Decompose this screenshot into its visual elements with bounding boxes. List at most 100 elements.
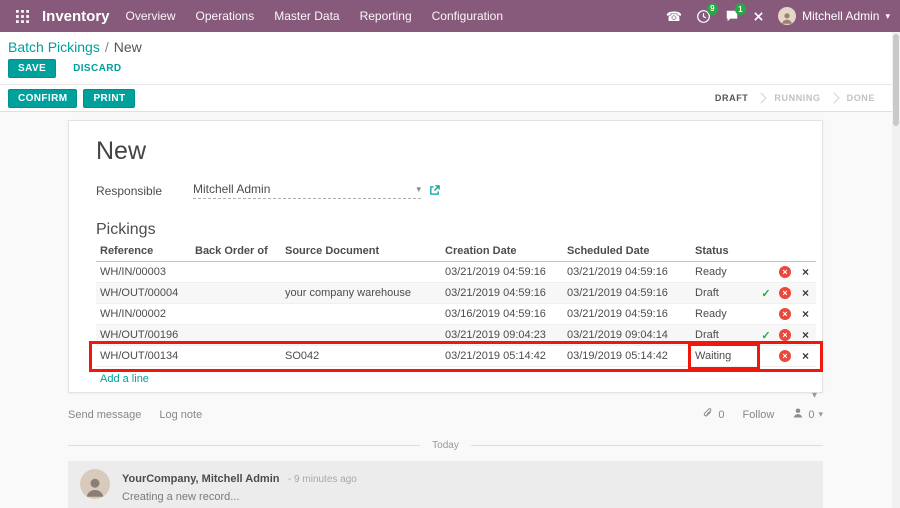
scrollbar-thumb[interactable]	[893, 34, 899, 126]
responsible-input[interactable]: Mitchell Admin ▾	[193, 182, 421, 199]
followers-counter[interactable]: 0 ▾	[792, 407, 823, 422]
main-menu: Overview Operations Master Data Reportin…	[126, 9, 504, 23]
cell-status: Draft	[691, 283, 757, 304]
menu-item-overview[interactable]: Overview	[126, 9, 176, 23]
cancel-icon[interactable]: ×	[779, 350, 791, 362]
user-menu[interactable]: Mitchell Admin ▾	[778, 7, 890, 25]
cell-scheduled-date: 03/21/2019 04:59:16	[563, 304, 691, 325]
caret-down-icon: ▾	[885, 11, 890, 22]
check-icon: ✓	[757, 325, 775, 346]
systray-cross-icon[interactable]	[753, 11, 764, 22]
apps-grid-icon[interactable]	[10, 10, 34, 23]
pickings-heading: Pickings	[96, 221, 814, 239]
cell-source-document	[281, 304, 441, 325]
cancel-icon[interactable]: ×	[779, 266, 791, 278]
cell-creation-date: 03/21/2019 09:04:23	[441, 325, 563, 346]
menu-item-operations[interactable]: Operations	[196, 9, 255, 23]
cell-status: Ready	[691, 304, 757, 325]
discard-button[interactable]: DISCARD	[72, 59, 122, 78]
delete-row-icon[interactable]: ×	[802, 265, 809, 279]
scrollbar-track	[892, 32, 900, 508]
confirm-button[interactable]: CONFIRM	[8, 89, 77, 108]
table-row[interactable]: WH/IN/00003 03/21/2019 04:59:16 03/21/20…	[96, 262, 816, 283]
responsible-label: Responsible	[96, 184, 193, 198]
column-header-scheduled-date[interactable]: Scheduled Date	[563, 243, 691, 262]
cancel-icon[interactable]: ×	[779, 287, 791, 299]
record-actions: SAVE DISCARD	[0, 56, 900, 85]
column-header-reference[interactable]: Reference	[96, 243, 191, 262]
column-header-creation-date[interactable]: Creation Date	[441, 243, 563, 262]
check-icon	[757, 346, 775, 367]
date-divider: Today	[68, 440, 823, 451]
message-avatar	[80, 469, 110, 499]
messages-icon[interactable]: 1	[725, 9, 739, 23]
cell-reference: WH/OUT/00134	[96, 346, 191, 367]
attachment-counter[interactable]: 0	[702, 407, 724, 422]
menu-item-reporting[interactable]: Reporting	[360, 9, 412, 23]
table-row[interactable]: WH/OUT/00004 your company warehouse 03/2…	[96, 283, 816, 304]
cell-scheduled-date: 03/21/2019 04:59:16	[563, 283, 691, 304]
form-toolbar: CONFIRM PRINT DRAFT RUNNING DONE	[0, 85, 900, 112]
attachment-count: 0	[718, 409, 724, 421]
delete-row-icon[interactable]: ×	[802, 307, 809, 321]
responsible-field-row: Responsible Mitchell Admin ▾	[96, 182, 814, 199]
follower-count: 0	[808, 409, 814, 421]
breadcrumb-parent[interactable]: Batch Pickings	[8, 39, 100, 55]
cell-source-document: SO042	[281, 346, 441, 367]
sheet-collapse-chevron-icon[interactable]: ▾	[812, 390, 817, 401]
chatter-message: YourCompany, Mitchell Admin - 9 minutes …	[68, 461, 823, 508]
app-title: Inventory	[42, 8, 110, 25]
cell-back-order	[191, 304, 281, 325]
cell-back-order	[191, 346, 281, 367]
cell-source-document	[281, 262, 441, 283]
app-window: Inventory Overview Operations Master Dat…	[0, 0, 900, 508]
column-header-status[interactable]: Status	[691, 243, 757, 262]
systray: ☎ 9 1 Mitchell Admin ▾	[666, 7, 890, 25]
log-note-button[interactable]: Log note	[159, 409, 202, 421]
chatter: Send message Log note 0 Follow	[68, 407, 823, 508]
table-header-row: Reference Back Order of Source Document …	[96, 243, 816, 262]
statusbar-step-done[interactable]: DONE	[838, 93, 884, 103]
phone-icon[interactable]: ☎	[666, 10, 682, 23]
cancel-icon[interactable]: ×	[779, 308, 791, 320]
menu-item-master-data[interactable]: Master Data	[274, 9, 339, 23]
field-caret-down-icon[interactable]: ▾	[416, 184, 421, 195]
external-link-icon[interactable]	[429, 185, 440, 196]
message-badge: 1	[735, 3, 746, 15]
menu-item-configuration[interactable]: Configuration	[432, 9, 503, 23]
cell-status-highlighted: Waiting	[691, 346, 757, 367]
save-button[interactable]: SAVE	[8, 59, 56, 78]
table-row[interactable]: WH/IN/00002 03/16/2019 04:59:16 03/21/20…	[96, 304, 816, 325]
delete-row-icon[interactable]: ×	[802, 328, 809, 342]
table-row[interactable]: WH/OUT/00196 03/21/2019 09:04:23 03/21/2…	[96, 325, 816, 346]
check-icon	[757, 262, 775, 283]
column-header-back-order[interactable]: Back Order of	[191, 243, 281, 262]
statusbar-step-draft[interactable]: DRAFT	[706, 93, 758, 103]
delete-row-icon[interactable]: ×	[802, 286, 809, 300]
table-row-highlighted[interactable]: WH/OUT/00134 SO042 03/21/2019 05:14:42 0…	[96, 346, 816, 367]
check-icon	[757, 304, 775, 325]
activity-badge: 9	[707, 3, 718, 15]
cell-reference: WH/OUT/00004	[96, 283, 191, 304]
cell-back-order	[191, 325, 281, 346]
message-author: YourCompany, Mitchell Admin	[122, 473, 279, 485]
add-a-line-link[interactable]: Add a line	[100, 373, 149, 385]
message-timestamp: - 9 minutes ago	[288, 474, 357, 485]
cell-reference: WH/OUT/00196	[96, 325, 191, 346]
follower-person-icon	[792, 407, 804, 422]
column-header-source-document[interactable]: Source Document	[281, 243, 441, 262]
cancel-icon[interactable]: ×	[779, 329, 791, 341]
cell-creation-date: 03/21/2019 04:59:16	[441, 283, 563, 304]
cell-back-order	[191, 283, 281, 304]
statusbar-step-running[interactable]: RUNNING	[765, 93, 829, 103]
date-divider-label: Today	[432, 440, 459, 451]
send-message-button[interactable]: Send message	[68, 409, 141, 421]
breadcrumb-separator: /	[105, 39, 109, 55]
print-button[interactable]: PRINT	[83, 89, 135, 108]
cell-source-document: your company warehouse	[281, 283, 441, 304]
activity-clock-icon[interactable]: 9	[696, 9, 711, 24]
cell-scheduled-date: 03/19/2019 05:14:42	[563, 346, 691, 367]
user-name: Mitchell Admin	[802, 9, 879, 23]
follow-button[interactable]: Follow	[743, 409, 775, 421]
delete-row-icon[interactable]: ×	[802, 349, 809, 363]
